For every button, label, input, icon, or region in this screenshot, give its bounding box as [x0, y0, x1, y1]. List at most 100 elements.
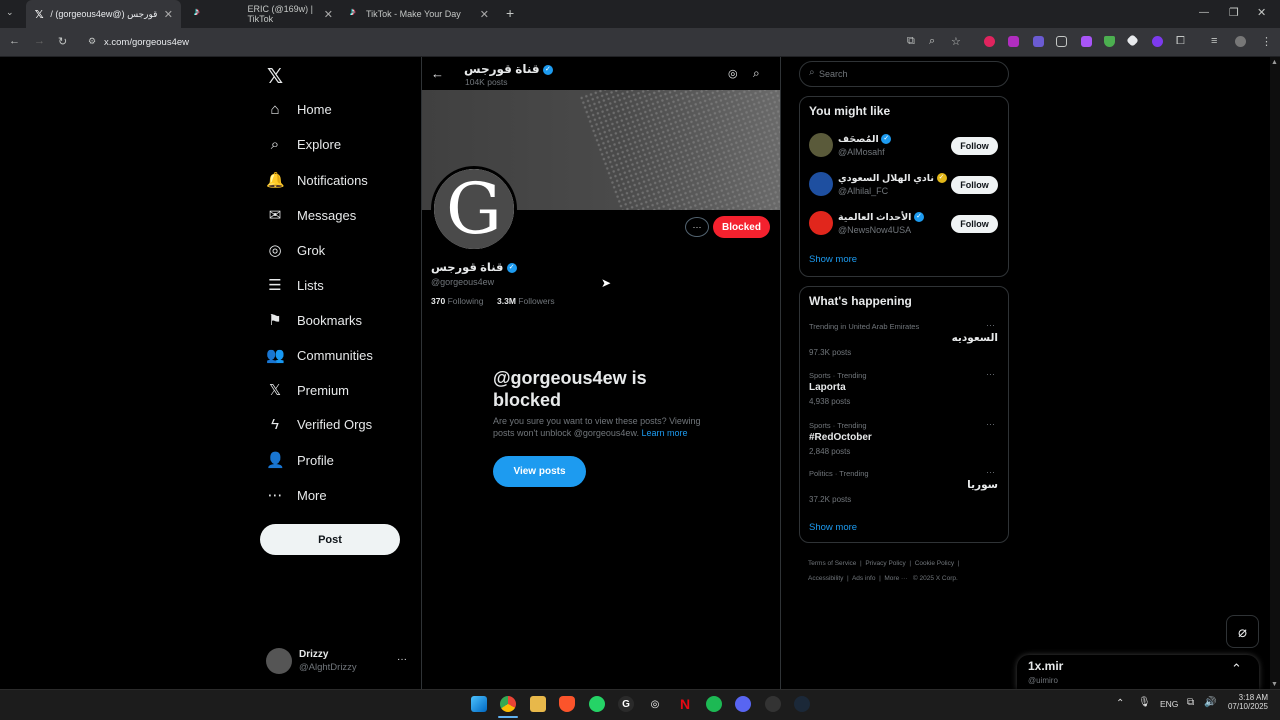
blocked-button[interactable]: Blocked [713, 216, 770, 238]
chrome-icon[interactable] [500, 696, 516, 712]
follow-button[interactable]: Follow [951, 215, 998, 233]
extension-icon[interactable] [1008, 36, 1019, 47]
close-tab-icon[interactable]: ✕ [324, 8, 333, 21]
extension-icon[interactable] [1033, 36, 1044, 47]
start-menu-icon[interactable] [471, 696, 487, 712]
trend-topic[interactable]: سوريا [967, 479, 998, 491]
follow-button[interactable]: Follow [951, 176, 998, 194]
expand-chevron-icon[interactable]: ⌃ [1231, 661, 1242, 677]
spotify-icon[interactable] [706, 696, 722, 712]
nav-item-verified-orgs[interactable]: ϟ Verified Orgs [266, 416, 372, 433]
nav-item-profile[interactable]: 👤 Profile [266, 451, 334, 469]
nav-item-home[interactable]: ⌂ Home [266, 101, 331, 118]
footer-privacy-link[interactable]: Privacy Policy [865, 560, 905, 567]
extension-icon[interactable] [1081, 36, 1092, 47]
footer-more-link[interactable]: More ··· [884, 575, 907, 582]
x-logo-icon[interactable]: 𝕏 [267, 64, 283, 89]
view-posts-button[interactable]: View posts [493, 456, 586, 487]
volume-icon[interactable]: 🔊 [1204, 697, 1216, 708]
messages-drawer[interactable]: 1x.mir @uimiro ⌃ [1017, 655, 1259, 689]
grok-icon[interactable]: ◎ [728, 67, 738, 80]
suggestion-avatar[interactable] [809, 211, 833, 235]
forward-icon[interactable]: → [34, 35, 45, 47]
tray-chevron-icon[interactable]: ⌃ [1116, 698, 1124, 709]
profile-avatar-icon[interactable] [1235, 36, 1246, 47]
trend-topic[interactable]: #RedOctober [809, 432, 872, 443]
tab-tiktok-home[interactable]: TikTok - Make Your Day ✕ [342, 0, 497, 28]
network-icon[interactable]: ⧉ [1187, 697, 1194, 708]
suggestion-name[interactable]: ✓ المُصحَف [838, 134, 892, 145]
nav-item-grok[interactable]: ◎ Grok [266, 241, 325, 259]
search-input[interactable]: ⌕ Search [799, 61, 1009, 87]
nav-item-explore[interactable]: ⌕ Explore [266, 136, 341, 153]
footer-cookie-link[interactable]: Cookie Policy [915, 560, 954, 567]
nav-item-more[interactable]: ⋯ More [266, 486, 327, 504]
close-tab-icon[interactable]: ✕ [164, 8, 173, 21]
search-icon[interactable]: ⌕ [753, 66, 760, 81]
tab-search-icon[interactable]: ⌄ [6, 7, 14, 18]
account-more-button[interactable]: ··· [397, 654, 407, 665]
close-window-button[interactable]: ✕ [1257, 6, 1266, 19]
close-tab-icon[interactable]: ✕ [480, 8, 489, 21]
footer-terms-link[interactable]: Terms of Service [808, 560, 856, 567]
footer-accessibility-link[interactable]: Accessibility [808, 575, 843, 582]
nav-item-premium[interactable]: 𝕏 Premium [266, 381, 349, 399]
clock[interactable]: 3:18 AM 07/10/2025 [1226, 693, 1268, 711]
post-button[interactable]: Post [260, 524, 400, 555]
footer-ads-link[interactable]: Ads info [852, 575, 876, 582]
nav-item-lists[interactable]: ☰ Lists [266, 276, 323, 294]
extension-icon[interactable] [984, 36, 995, 47]
zoom-icon[interactable]: ⌕ [929, 35, 935, 48]
language-indicator[interactable]: ENG [1160, 699, 1178, 709]
browser-menu-icon[interactable]: ⋮ [1261, 35, 1272, 48]
cast-icon[interactable]: ⧉ [907, 35, 915, 48]
suggestion-avatar[interactable] [809, 172, 833, 196]
suggestion-avatar[interactable] [809, 133, 833, 157]
extension-icon[interactable] [1104, 36, 1115, 47]
trends-show-more-link[interactable]: Show more [809, 522, 857, 533]
site-info-icon[interactable]: ⚙ [88, 36, 96, 47]
extensions-puzzle-icon[interactable]: ⧠ [1176, 35, 1185, 48]
minimize-button[interactable]: — [1199, 7, 1209, 18]
trend-more-icon[interactable]: ··· [986, 369, 995, 379]
reading-list-icon[interactable]: ≡ [1211, 35, 1217, 47]
followers-link[interactable]: 3.3M Followers [497, 296, 555, 306]
show-more-link[interactable]: Show more [809, 254, 857, 265]
discord-icon[interactable] [735, 696, 751, 712]
bookmark-star-icon[interactable]: ☆ [951, 35, 961, 48]
back-arrow-icon[interactable]: ← [431, 66, 444, 81]
clock-app-icon[interactable] [765, 696, 781, 712]
github-icon[interactable]: G [618, 696, 634, 712]
account-name[interactable]: Drizzy [299, 649, 328, 660]
nav-item-notifications[interactable]: 🔔 Notifications [266, 171, 368, 189]
new-tab-button[interactable]: + [506, 5, 514, 21]
trend-topic[interactable]: السعوديه [952, 332, 998, 344]
trend-more-icon[interactable]: ··· [986, 320, 995, 330]
nav-item-bookmarks[interactable]: ⚑ Bookmarks [266, 311, 362, 329]
netflix-icon[interactable]: N [677, 696, 693, 712]
trend-more-icon[interactable]: ··· [986, 467, 995, 477]
address-bar[interactable]: ⚙ x.com/gorgeous4ew [80, 33, 980, 52]
suggestion-name[interactable]: ✓ الأحداث العالمية [838, 212, 925, 223]
scroll-down-icon[interactable]: ▼ [1271, 681, 1278, 688]
suggestion-name[interactable]: ✓ نادي الهلال السعودي [838, 173, 947, 184]
microphone-icon[interactable]: 🎙 [1138, 697, 1151, 708]
more-options-button[interactable]: ··· [685, 217, 709, 237]
extension-icon[interactable] [1056, 36, 1067, 47]
following-link[interactable]: 370 Following [431, 296, 483, 306]
scroll-up-icon[interactable]: ▲ [1271, 59, 1278, 66]
extension-icon[interactable] [1152, 36, 1163, 47]
whatsapp-icon[interactable] [589, 696, 605, 712]
nav-item-communities[interactable]: 👥 Communities [266, 346, 373, 364]
learn-more-link[interactable]: Learn more [641, 428, 687, 438]
scrollbar[interactable]: ▲ ▼ [1270, 57, 1280, 689]
maximize-button[interactable]: ❐ [1229, 6, 1239, 19]
back-icon[interactable]: ← [9, 35, 20, 47]
avatar[interactable] [266, 648, 292, 674]
steam-icon[interactable] [794, 696, 810, 712]
file-explorer-icon[interactable] [530, 696, 546, 712]
tab-tiktok-eric[interactable]: ERIC (@169w) | TikTok ✕ [186, 0, 341, 28]
brave-icon[interactable] [559, 696, 575, 712]
nav-item-messages[interactable]: ✉ Messages [266, 206, 357, 224]
trend-topic[interactable]: Laporta [809, 382, 846, 393]
